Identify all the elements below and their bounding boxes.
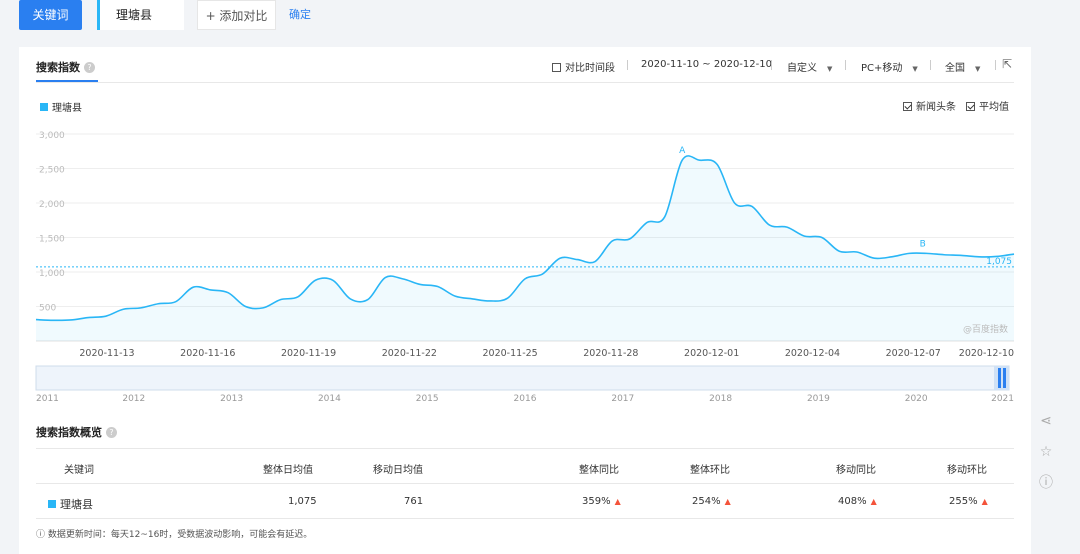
annotation-a: A [679,146,686,156]
overall-mom-value: 254% [692,496,721,507]
overview-year-label: 2018 [709,394,732,404]
x-tick-label: 2020-11-13 [79,348,134,359]
y-tick-label: 1,000 [39,269,65,279]
up-arrow-icon: ▲ [724,497,731,506]
x-tick-label: 2020-12-10 [959,348,1014,359]
row-mobile-mom: 255% ▲ [949,496,988,507]
table-divider [36,448,1014,449]
col-header-overall-mom: 整体环比 [690,465,730,476]
x-tick-label: 2020-12-01 [684,348,739,359]
col-header-keyword: 关键词 [64,465,94,476]
col-header-mobile-avg: 移动日均值 [373,465,423,476]
overview-slider [35,365,1010,391]
y-tick-label: 1,500 [39,235,65,245]
overview-year-label: 2015 [416,394,439,404]
series-area [36,155,1014,341]
table-divider [36,518,1014,519]
keyword-input[interactable]: 理塘县 [97,0,184,30]
row-keyword: 理塘县 [48,496,93,512]
up-arrow-icon: ▲ [614,497,621,506]
col-header-mobile-yoy: 移动同比 [836,465,876,476]
help-icon[interactable]: ? [106,427,117,438]
search-index-card: 搜索指数? 对比时间段 2020-11-10 ~ 2020-12-10 自定义 ▼… [19,47,1031,554]
x-tick-label: 2020-11-19 [281,348,336,359]
x-tick-label: 2020-12-04 [785,348,840,359]
question-icon[interactable]: ⓘ [1037,474,1055,492]
overview-year-label: 2014 [318,394,341,404]
overview-year-label: 2011 [36,394,59,404]
slider-handle-right [1003,368,1006,388]
y-tick-label: 3,000 [39,131,65,141]
watermark: @百度指数 [963,323,1008,335]
confirm-link[interactable]: 确定 [289,6,311,22]
col-header-overall-avg: 整体日均值 [263,465,313,476]
mobile-yoy-value: 408% [838,496,867,507]
keyword-swatch [48,500,56,508]
row-overall-mom: 254% ▲ [692,496,731,507]
top-bar: 关键词 理塘县 + 添加对比 确定 [0,0,1080,42]
search-index-chart[interactable]: 3,000 2,500 2,000 1,500 1,000 500 1,075 A B @百度指数… [19,47,1031,417]
overview-year-label: 2012 [122,394,145,404]
annotation-b: B [920,239,926,249]
overview-selection [994,366,1009,390]
row-keyword-label: 理塘县 [60,498,93,511]
x-tick-label: 2020-11-16 [180,348,235,359]
keyword-tab-button[interactable]: 关键词 [19,0,82,30]
x-tick-label: 2020-11-25 [483,348,538,359]
row-overall-avg: 1,075 [288,496,317,507]
col-header-mobile-mom: 移动环比 [947,465,987,476]
y-tick-label: 500 [39,304,56,314]
y-tick-label: 2,500 [39,166,65,176]
star-icon[interactable]: ☆ [1037,443,1055,461]
overview-year-label: 2017 [611,394,634,404]
share-icon[interactable]: ⋖ [1037,412,1055,430]
y-tick-label: 2,000 [39,200,65,210]
add-compare-button[interactable]: + 添加对比 [197,0,276,30]
table-divider [36,483,1014,484]
overview-year-label: 2019 [807,394,830,404]
overview-year-label: 2021 [991,394,1014,404]
up-arrow-icon: ▲ [981,497,988,506]
overview-year-label: 2020 [905,394,928,404]
row-mobile-yoy: 408% ▲ [838,496,877,507]
overview-year-label: 2013 [220,394,243,404]
overview-year-label: 2016 [514,394,537,404]
average-label: 1,075 [986,257,1012,267]
x-tick-label: 2020-11-28 [583,348,638,359]
x-tick-label: 2020-11-22 [382,348,437,359]
summary-title: 搜索指数概览? [36,424,117,440]
overall-yoy-value: 359% [582,496,611,507]
update-note: ⓘ 数据更新时间：每天12~16时，受数据波动影响，可能会有延迟。 [36,530,313,540]
mobile-mom-value: 255% [949,496,978,507]
col-header-overall-yoy: 整体同比 [579,465,619,476]
x-tick-label: 2020-12-07 [886,348,941,359]
row-overall-yoy: 359% ▲ [582,496,621,507]
slider-handle-left [998,368,1001,388]
up-arrow-icon: ▲ [870,497,877,506]
row-mobile-avg: 761 [404,496,424,507]
summary-title-label: 搜索指数概览 [36,426,102,439]
